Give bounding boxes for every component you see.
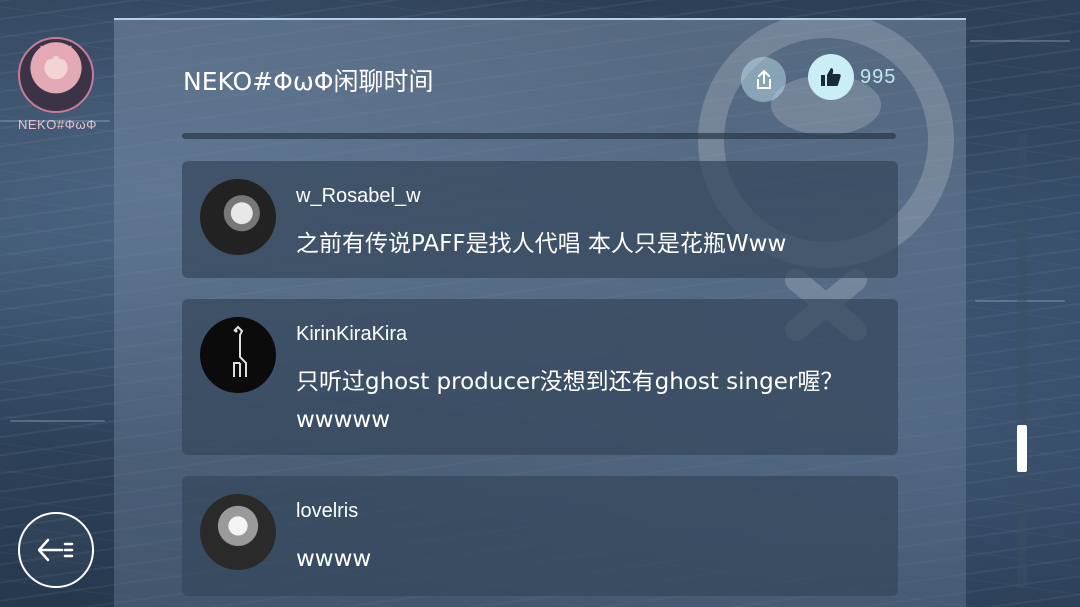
back-button[interactable]: [18, 512, 94, 588]
chat-header: NEKO#ΦωΦ闲聊时间 995: [114, 20, 966, 139]
profile-avatar[interactable]: [18, 37, 94, 113]
comment-list[interactable]: w_Rosabel_w 之前有传说PAFF是找人代唱 本人只是花瓶Www Kir…: [182, 161, 898, 607]
profile-name: NEKO#ΦωΦ: [18, 117, 97, 132]
scrollbar-thumb[interactable]: [1017, 425, 1027, 472]
comment-card: w_Rosabel_w 之前有传说PAFF是找人代唱 本人只是花瓶Www: [182, 161, 898, 278]
scrollbar-track[interactable]: [1017, 133, 1027, 588]
user-profile[interactable]: NEKO#ΦωΦ: [18, 37, 96, 132]
page-title: NEKO#ΦωΦ闲聊时间: [183, 67, 434, 96]
comment-username[interactable]: lovelris: [296, 500, 358, 523]
comment-message: wwww: [296, 546, 372, 572]
comment-username[interactable]: w_Rosabel_w: [296, 185, 421, 208]
comment-message: 之前有传说PAFF是找人代唱 本人只是花瓶Www: [296, 231, 787, 257]
share-icon: [756, 69, 771, 89]
chat-panel: NEKO#ΦωΦ闲聊时间 995 w_Rosabel_w 之前有传说PAFF是找…: [114, 18, 966, 607]
comment-avatar[interactable]: [200, 317, 276, 393]
comment-message: 只听过ghost producer没想到还有ghost singer喔？ www…: [296, 369, 844, 433]
back-arrow-icon: [37, 538, 74, 562]
background-streak: [970, 40, 1070, 42]
background-streak: [10, 420, 105, 422]
share-button[interactable]: [741, 57, 786, 102]
comment-avatar[interactable]: [200, 179, 276, 255]
comment-card: lovelris wwww: [182, 476, 898, 596]
comment-card: KirinKiraKira 只听过ghost producer没想到还有ghos…: [182, 299, 898, 455]
like-count: 995: [860, 66, 897, 88]
like-button[interactable]: [808, 54, 854, 100]
thumbs-up-icon: [821, 68, 841, 86]
comment-avatar[interactable]: [200, 494, 276, 570]
giraffe-icon: [233, 325, 247, 377]
comment-username[interactable]: KirinKiraKira: [296, 323, 407, 346]
header-divider: [182, 133, 896, 139]
